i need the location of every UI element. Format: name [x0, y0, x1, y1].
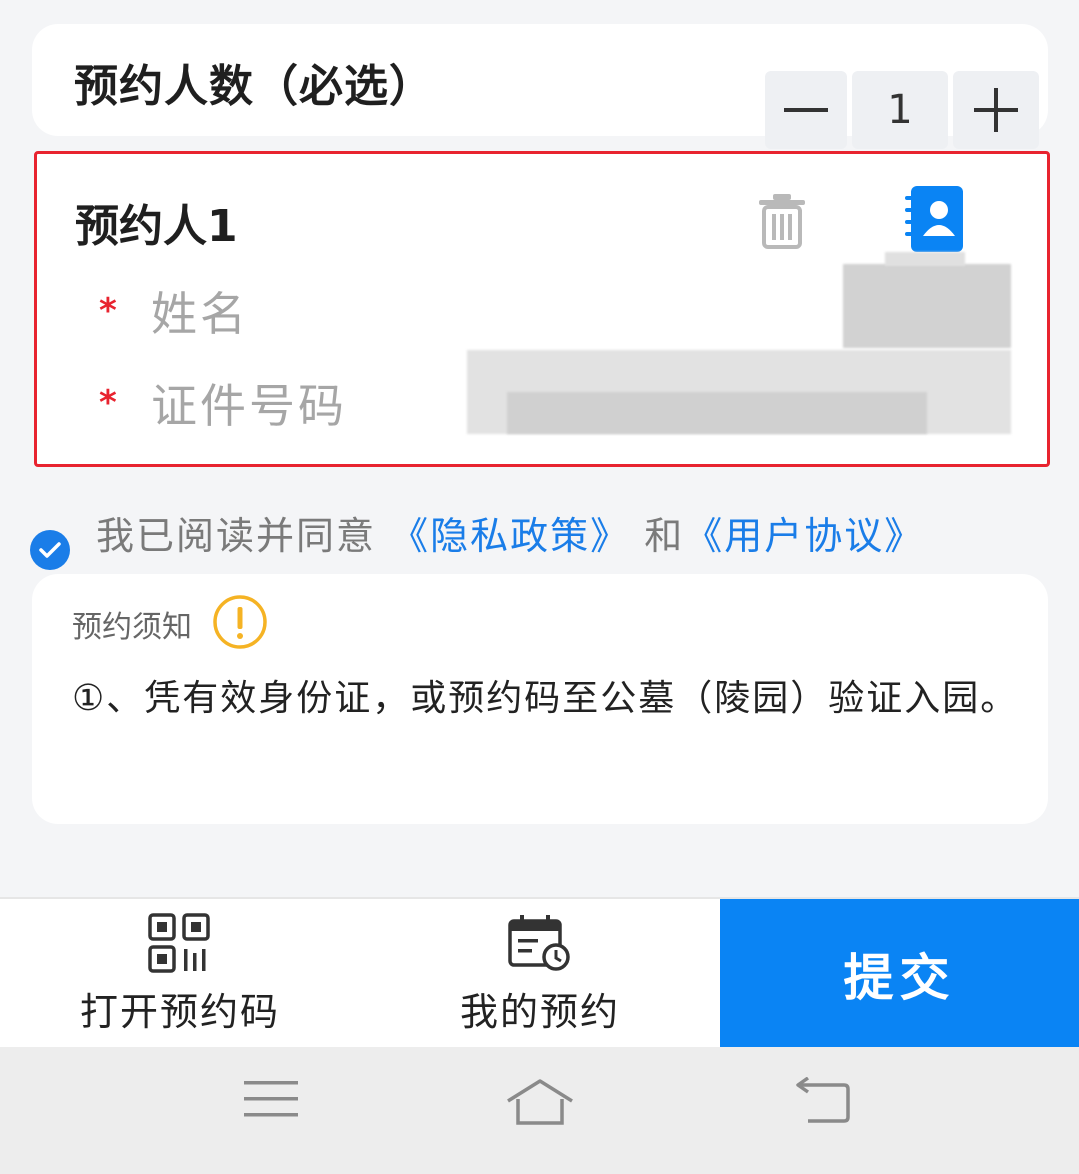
submit-button[interactable]: 提交: [720, 899, 1079, 1049]
id-number-field-row[interactable]: * 证件号码: [99, 370, 347, 436]
back-icon[interactable]: [796, 1076, 852, 1131]
privacy-policy-link[interactable]: 《隐私政策》: [390, 514, 630, 558]
id-number-label: 证件号码: [151, 379, 347, 433]
calendar-clock-icon: [508, 914, 570, 971]
notice-body: ①、凭有效身份证，或预约码至公墓（陵园）验证入园。: [72, 678, 1019, 719]
booker-title: 预约人1: [75, 201, 238, 252]
agreement-prefix: 我已阅读并同意: [96, 513, 377, 558]
qr-code-icon: [148, 912, 210, 973]
trash-icon[interactable]: [755, 192, 809, 254]
system-navigation-bar: [0, 1047, 1079, 1174]
open-booking-code-label: 打开预约码: [79, 989, 280, 1034]
agreement-row: 我已阅读并同意 《隐私政策》 和《用户协议》: [30, 494, 924, 570]
check-icon: [39, 542, 61, 558]
decrease-button[interactable]: [765, 71, 847, 149]
my-bookings-label: 我的预约: [459, 989, 620, 1034]
count-value[interactable]: 1: [852, 71, 948, 149]
booking-count-title: 预约人数（必选）: [74, 61, 434, 112]
increase-button[interactable]: [953, 71, 1039, 149]
agreement-text: 我已阅读并同意 《隐私政策》 和《用户协议》: [96, 505, 924, 560]
open-booking-code-button[interactable]: 打开预约码: [0, 899, 360, 1049]
booking-notice-card: 预约须知 ①、凭有效身份证，或预约码至公墓（陵园）验证入园。: [32, 574, 1048, 824]
required-mark: *: [99, 383, 117, 423]
agreement-and: 和: [644, 513, 685, 558]
plus-icon: [974, 88, 1018, 132]
required-mark: *: [99, 291, 117, 331]
warning-icon: [212, 594, 268, 654]
user-agreement-link[interactable]: 《用户协议》: [684, 514, 924, 558]
booker-card: 预约人1 * 姓名 * 证件号码: [34, 151, 1050, 467]
contacts-book-icon[interactable]: [903, 184, 967, 260]
my-bookings-button[interactable]: 我的预约: [360, 899, 720, 1049]
name-field-row[interactable]: * 姓名: [99, 278, 249, 344]
name-input-redacted[interactable]: [843, 264, 1011, 348]
id-input-redacted-dark: [507, 392, 927, 434]
booking-count-card: 预约人数（必选） 1: [32, 24, 1048, 149]
home-icon[interactable]: [504, 1077, 576, 1131]
minus-icon: [784, 108, 828, 112]
name-input-redacted-light: [885, 252, 965, 266]
menu-icon[interactable]: [244, 1077, 298, 1125]
notice-title: 预约须知: [72, 610, 192, 645]
bottom-action-bar: 打开预约码 我的预约 提交: [0, 897, 1079, 1049]
name-label: 姓名: [151, 287, 249, 341]
agreement-checkbox[interactable]: [30, 530, 70, 570]
